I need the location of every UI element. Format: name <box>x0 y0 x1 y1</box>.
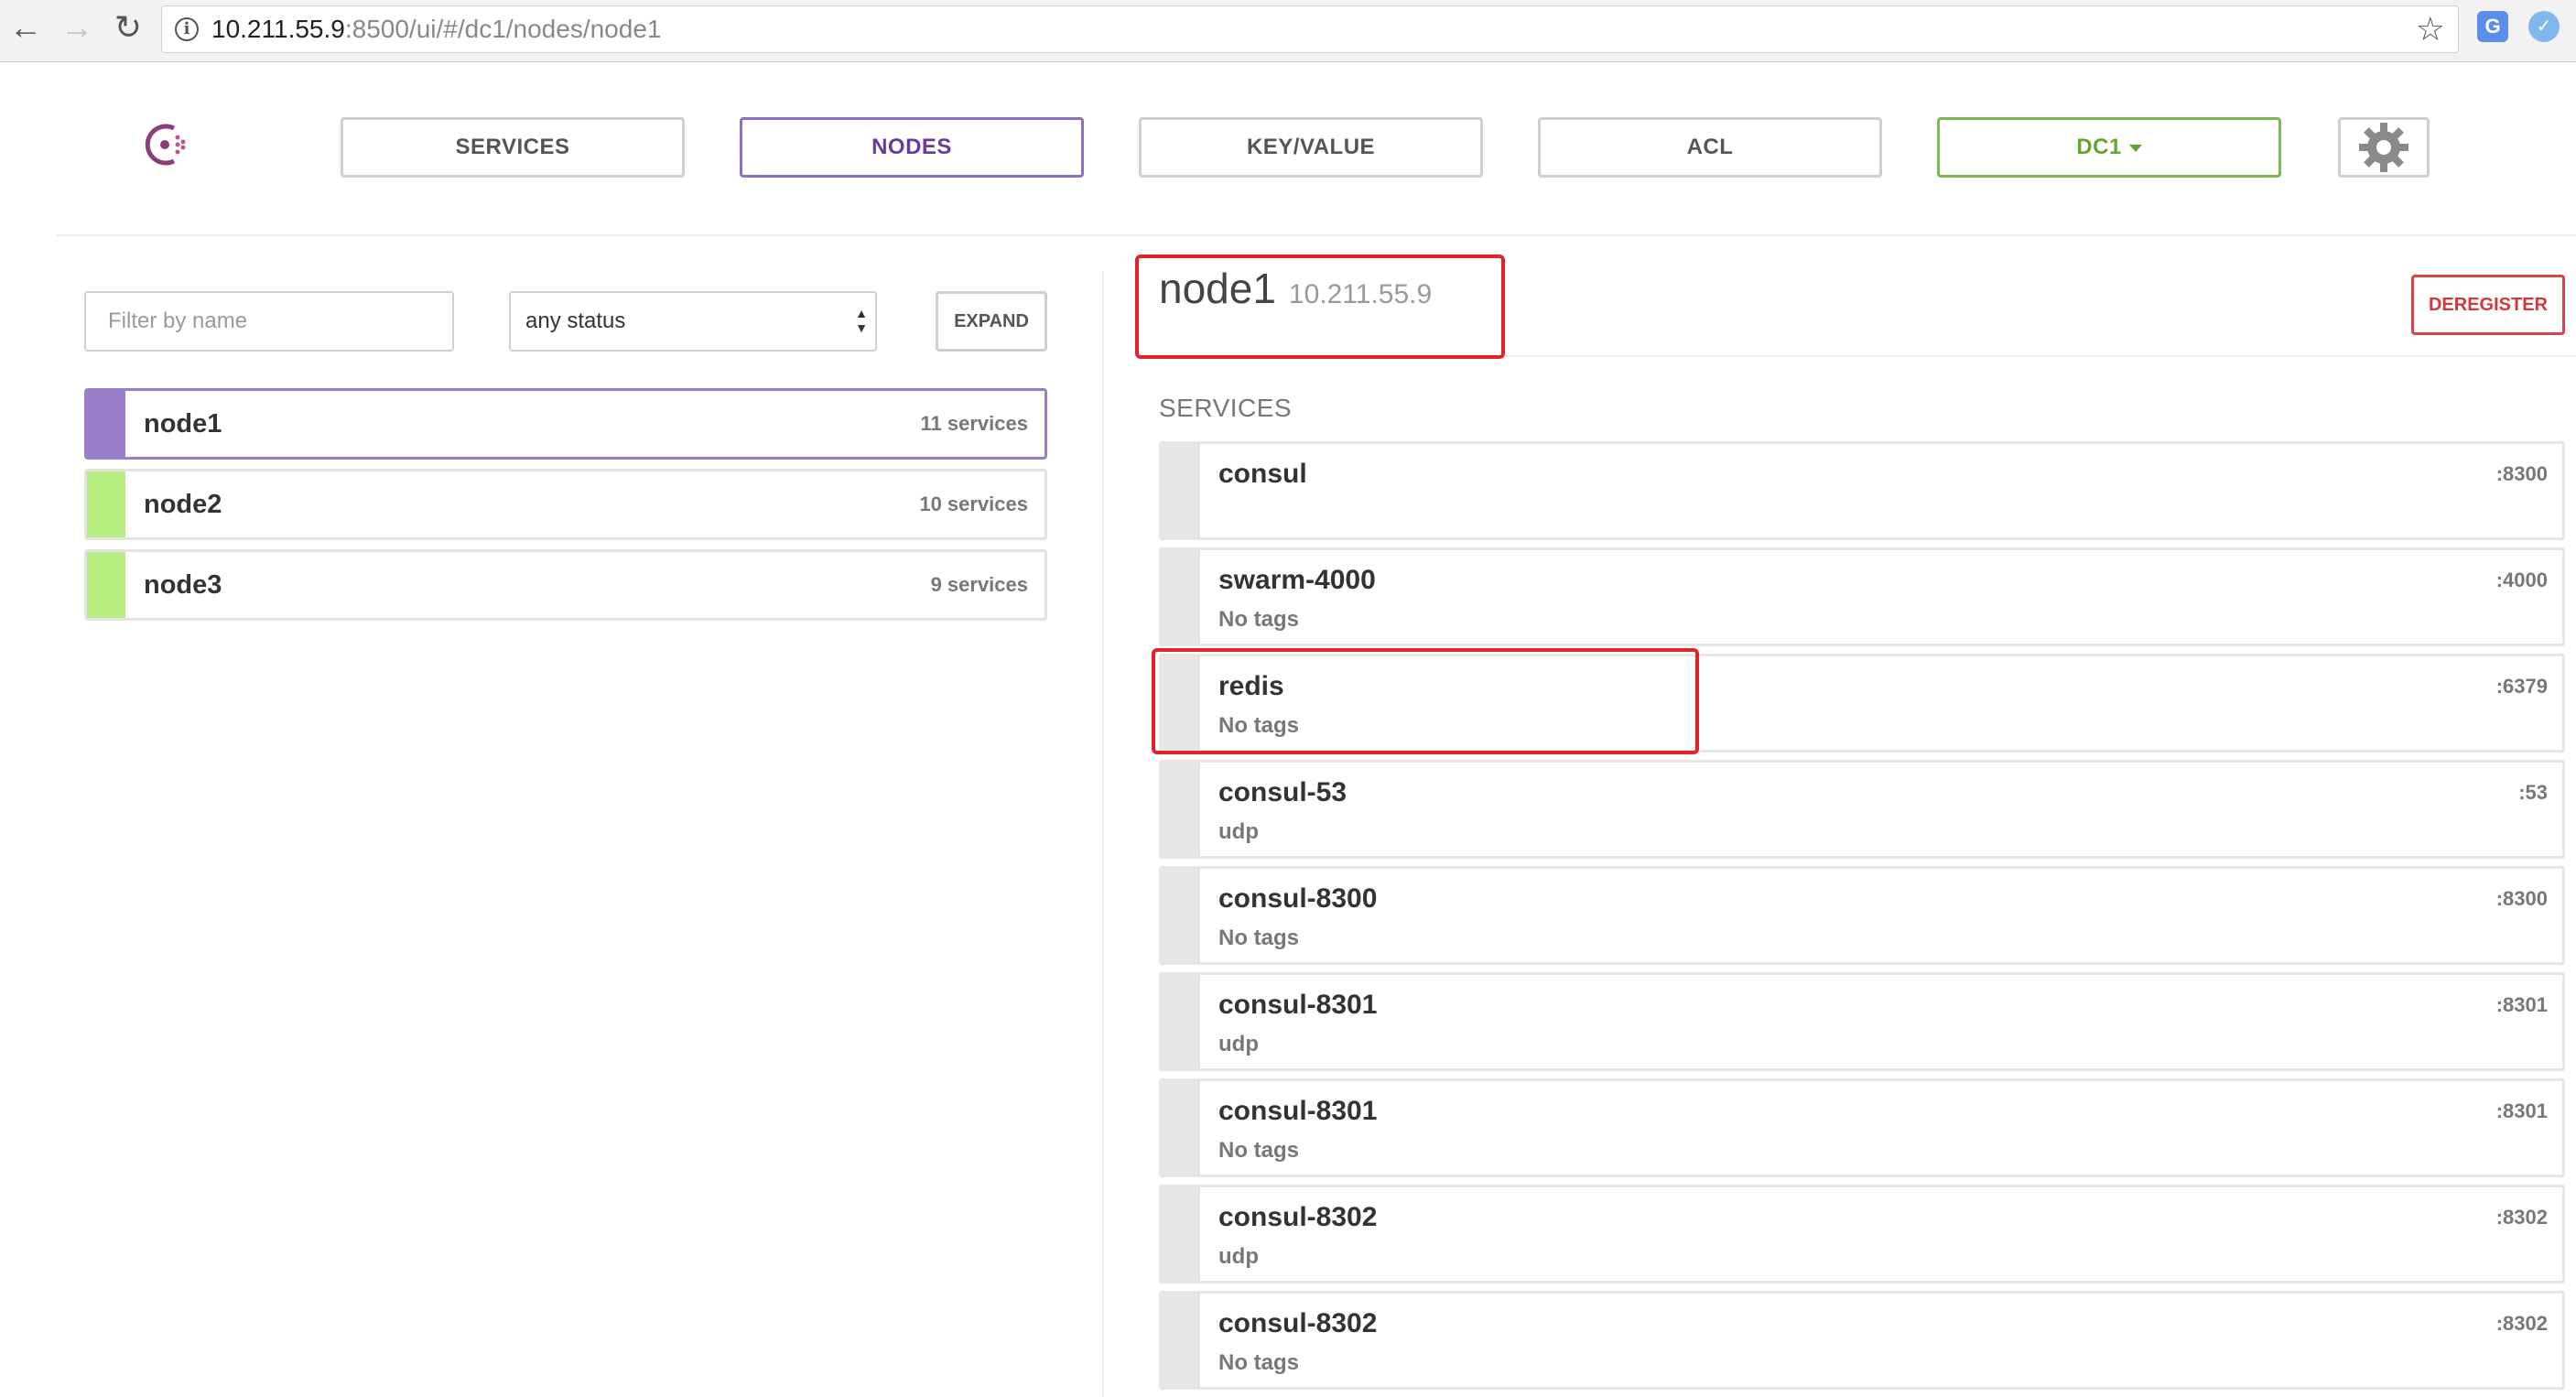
node-service-count: 10 services <box>919 493 1028 515</box>
datacenter-label: DC1 <box>2076 135 2122 159</box>
service-status-bar <box>1162 763 1200 856</box>
service-port: :53 <box>2518 781 2548 804</box>
status-select[interactable]: any status ▲ ▼ <box>509 291 877 352</box>
back-icon[interactable]: ← <box>5 5 46 49</box>
nav-nodes-button[interactable]: NODES <box>740 117 1084 178</box>
service-name: consul-8301 <box>1218 990 1378 1020</box>
service-tags: udp <box>1218 1244 1259 1269</box>
service-name: consul <box>1218 459 1307 489</box>
translate-extension-icon[interactable]: G <box>2477 11 2508 42</box>
service-status-bar <box>1162 975 1200 1068</box>
service-status-bar <box>1162 444 1200 537</box>
nav-services-button[interactable]: SERVICES <box>341 117 685 178</box>
service-list-item[interactable]: consul-8302 udp :8302 <box>1159 1185 2565 1283</box>
nav-keyvalue-button[interactable]: KEY/VALUE <box>1139 117 1483 178</box>
settings-button[interactable] <box>2338 117 2430 178</box>
nav-acl-button[interactable]: ACL <box>1538 117 1882 178</box>
service-list-item[interactable]: consul-8300 No tags :8300 <box>1159 866 2565 965</box>
info-icon[interactable]: i <box>175 17 199 41</box>
caret-down-icon <box>2128 144 2142 152</box>
bookmark-star-icon[interactable]: ☆ <box>2416 10 2445 49</box>
service-name: consul-53 <box>1218 777 1348 807</box>
expand-button[interactable]: EXPAND <box>936 291 1047 352</box>
service-list-item[interactable]: swarm-4000 No tags :4000 <box>1159 547 2565 646</box>
service-tags: No tags <box>1218 713 1300 738</box>
service-name: swarm-4000 <box>1218 565 1376 595</box>
node-name: node3 <box>144 570 222 600</box>
node-service-count: 9 services <box>930 573 1028 596</box>
service-status-bar <box>1162 1081 1200 1175</box>
service-name: consul-8300 <box>1218 883 1378 914</box>
service-tags: No tags <box>1218 1350 1300 1375</box>
service-list-item[interactable]: consul-8301 udp :8301 <box>1159 972 2565 1071</box>
detail-divider <box>1159 355 2576 357</box>
service-port: :8300 <box>2495 462 2548 485</box>
service-name: consul-8302 <box>1218 1202 1378 1232</box>
node-status-bar <box>87 471 125 537</box>
service-port: :8302 <box>2495 1312 2548 1335</box>
node-name: node1 <box>144 409 222 439</box>
node-service-count: 11 services <box>920 412 1028 435</box>
service-status-bar <box>1162 656 1200 750</box>
node-status-bar <box>87 391 125 457</box>
node-status-bar <box>87 552 125 618</box>
services-heading: SERVICES <box>1159 394 1293 422</box>
node-list-item[interactable]: node2 10 services <box>84 469 1047 540</box>
node-detail-header: node1 10.211.55.9 <box>1159 264 1432 313</box>
filter-by-name-input[interactable] <box>84 291 454 352</box>
service-list-item[interactable]: consul-8302 No tags :8302 <box>1159 1291 2565 1390</box>
url-host: 10.211.55.9 <box>211 15 345 43</box>
service-port: :8300 <box>2495 887 2548 910</box>
node-name: node2 <box>144 490 222 519</box>
service-tags: No tags <box>1218 926 1300 950</box>
reload-icon[interactable]: ↻ <box>108 5 148 49</box>
service-tags: No tags <box>1218 607 1300 632</box>
gear-icon <box>2359 123 2408 172</box>
node-list-item[interactable]: node3 9 services <box>84 549 1047 621</box>
service-tags: udp <box>1218 1032 1259 1056</box>
service-port: :6379 <box>2495 675 2548 698</box>
deregister-button[interactable]: DEREGISTER <box>2411 275 2565 335</box>
service-status-bar <box>1162 869 1200 962</box>
service-name: redis <box>1218 671 1284 701</box>
service-status-bar <box>1162 1294 1200 1387</box>
service-status-bar <box>1162 1187 1200 1281</box>
service-port: :8302 <box>2495 1206 2548 1229</box>
address-bar[interactable]: i 10.211.55.9:8500/ui/#/dc1/nodes/node1 … <box>161 5 2459 53</box>
url-path: :8500/ui/#/dc1/nodes/node1 <box>344 15 662 43</box>
column-divider <box>1102 271 1104 1397</box>
service-port: :4000 <box>2495 569 2548 591</box>
service-port: :8301 <box>2495 1099 2548 1122</box>
service-list-item[interactable]: consul :8300 <box>1159 441 2565 540</box>
consul-logo-icon[interactable] <box>137 117 192 172</box>
node-list-item[interactable]: node1 11 services <box>84 388 1047 460</box>
select-arrows-icon: ▲ ▼ <box>855 306 868 335</box>
service-tags: udp <box>1218 819 1259 844</box>
service-tags: No tags <box>1218 1138 1300 1163</box>
node-detail-ip: 10.211.55.9 <box>1288 279 1433 309</box>
service-status-bar <box>1162 550 1200 644</box>
datacenter-dropdown[interactable]: DC1 <box>1937 117 2281 178</box>
forward-icon[interactable]: → <box>57 5 97 49</box>
url-text[interactable]: 10.211.55.9:8500/ui/#/dc1/nodes/node1 <box>211 6 661 52</box>
browser-toolbar: ← → ↻ i 10.211.55.9:8500/ui/#/dc1/nodes/… <box>0 0 2576 62</box>
service-list-item[interactable]: consul-53 udp :53 <box>1159 760 2565 859</box>
service-list-item[interactable]: redis No tags :6379 <box>1159 654 2565 753</box>
service-name: consul-8302 <box>1218 1308 1378 1338</box>
node-detail-title: node1 <box>1159 265 1276 312</box>
bird-extension-icon[interactable]: ✓ <box>2528 11 2560 42</box>
service-list-item[interactable]: consul-8301 No tags :8301 <box>1159 1078 2565 1177</box>
status-select-value: any status <box>525 309 626 333</box>
header-divider <box>57 234 2576 236</box>
service-port: :8301 <box>2495 993 2548 1016</box>
service-name: consul-8301 <box>1218 1096 1378 1126</box>
